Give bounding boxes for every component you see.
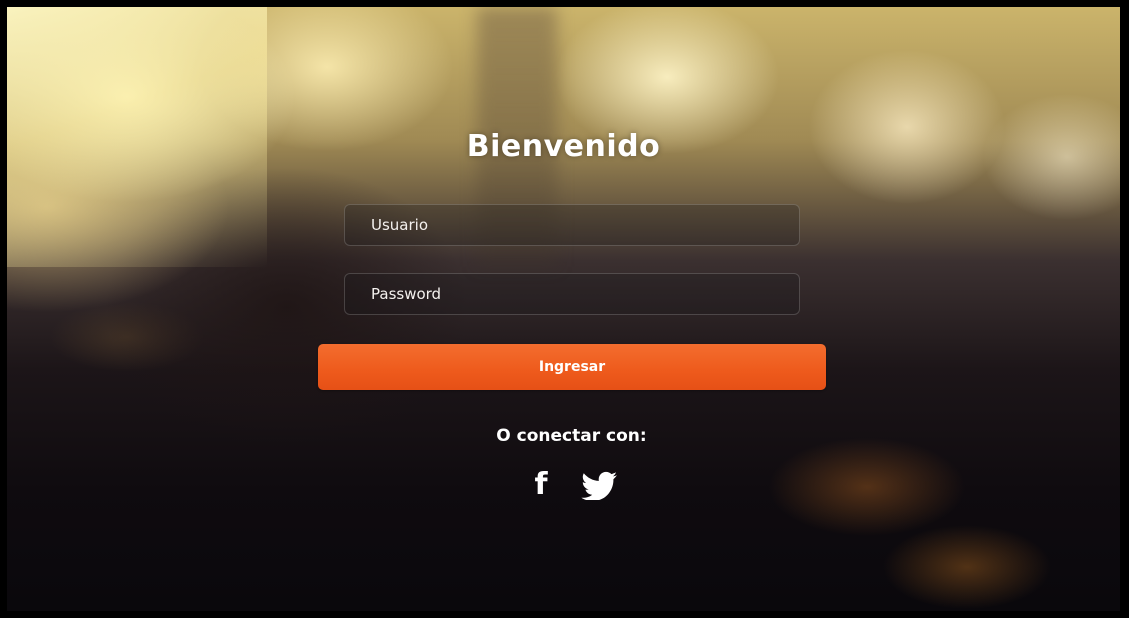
page-frame: Bienvenido Ingresar O conectar con: f (0, 0, 1129, 618)
twitter-link[interactable] (575, 465, 623, 505)
facebook-icon: f (534, 467, 548, 502)
page-title: Bienvenido (466, 129, 661, 164)
connect-with-label: O conectar con: (496, 426, 647, 446)
username-input[interactable] (344, 204, 800, 246)
facebook-link[interactable]: f (517, 465, 565, 505)
password-input[interactable] (344, 273, 800, 315)
login-button[interactable]: Ingresar (318, 344, 826, 390)
login-panel: Bienvenido Ingresar O conectar con: f (7, 7, 1120, 611)
twitter-icon (581, 471, 617, 500)
